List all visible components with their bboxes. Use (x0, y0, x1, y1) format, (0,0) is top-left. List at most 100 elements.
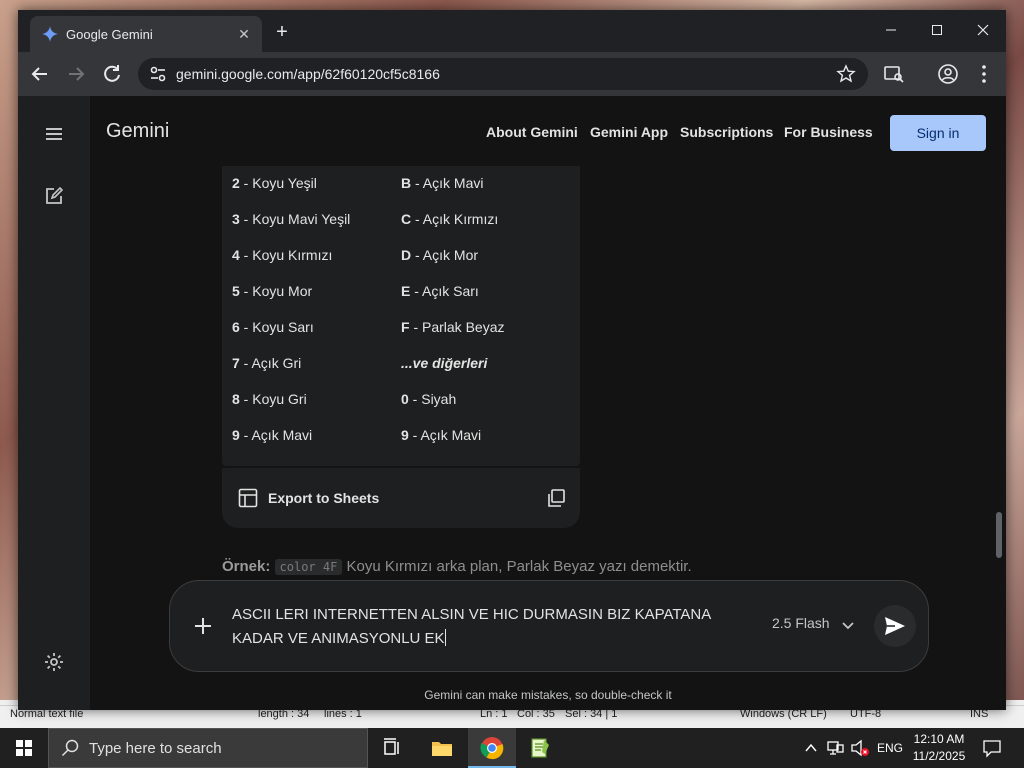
send-button[interactable] (874, 605, 916, 647)
minimize-icon (886, 29, 896, 31)
settings-gear-icon[interactable] (42, 650, 66, 674)
chevron-down-icon[interactable] (840, 617, 856, 633)
language-indicator[interactable]: ENG (877, 741, 903, 768)
menu-icon[interactable] (42, 122, 66, 146)
volume-muted-icon[interactable] (850, 739, 870, 757)
notepadpp-taskbar-button[interactable] (516, 728, 564, 768)
table-cell-right: F - Parlak Beyaz (401, 319, 505, 335)
new-chat-icon[interactable] (42, 184, 66, 208)
table-cell-right: 9 - Açık Mavi (401, 427, 482, 443)
clock-date: 11/2/2025 (912, 749, 966, 763)
address-bar[interactable]: gemini.google.com/app/62f60120cf5c8166 (138, 58, 868, 90)
subscriptions-link[interactable]: Subscriptions (680, 124, 773, 140)
chrome-taskbar-button[interactable] (468, 728, 516, 768)
browser-window: Google Gemini ✕ + gemini.google.com/app/… (18, 10, 1006, 710)
table-row: 4 - Koyu Kırmızı D - Açık Mor (222, 238, 580, 274)
browser-menu-icon[interactable] (972, 62, 996, 86)
gemini-header: Gemini About Gemini Gemini App Subscript… (90, 96, 1006, 166)
minimize-button[interactable] (868, 18, 914, 44)
prompt-text-value: ASCII LERI INTERNETTEN ALSIN VE HIC DURM… (232, 606, 711, 647)
site-settings-icon[interactable] (146, 62, 170, 86)
start-button[interactable] (0, 728, 48, 768)
reload-button[interactable] (100, 62, 124, 86)
forward-button[interactable] (64, 62, 88, 86)
windows-logo-icon (16, 740, 32, 756)
table-row: 2 - Koyu Yeşil B - Açık Mavi (222, 166, 580, 202)
table-cell-right: E - Açık Sarı (401, 283, 479, 299)
browser-toolbar: gemini.google.com/app/62f60120cf5c8166 (18, 52, 1006, 96)
taskbar-search[interactable]: Type here to search (48, 728, 368, 768)
example-line: Örnek: color 4F Koyu Kırmızı arka plan, … (222, 558, 692, 575)
tab-strip: Google Gemini ✕ + (18, 10, 1006, 52)
clock-time: 12:10 AM (913, 732, 965, 746)
gemini-app-link[interactable]: Gemini App (590, 124, 668, 140)
scrollbar-thumb[interactable] (996, 512, 1002, 558)
clock[interactable]: 12:10 AM 11/2/2025 (904, 731, 974, 765)
notifications-icon[interactable] (982, 738, 1002, 758)
table-row: 7 - Açık Gri ...ve diğerleri (222, 346, 580, 382)
text-caret (444, 629, 446, 646)
about-gemini-link[interactable]: About Gemini (486, 124, 578, 140)
example-text: Koyu Kırmızı arka plan, Parlak Beyaz yaz… (346, 558, 692, 575)
prompt-input-box[interactable]: ASCII LERI INTERNETTEN ALSIN VE HIC DURM… (169, 580, 929, 672)
tab-gemini[interactable]: Google Gemini ✕ (30, 16, 262, 52)
export-to-sheets-button[interactable]: Export to Sheets (268, 490, 379, 506)
tab-close-icon[interactable]: ✕ (234, 24, 254, 44)
gemini-sparkle-icon (42, 26, 58, 42)
model-selector[interactable]: 2.5 Flash (772, 615, 830, 631)
profile-icon[interactable] (936, 62, 960, 86)
prompt-textarea[interactable]: ASCII LERI INTERNETTEN ALSIN VE HIC DURM… (232, 603, 752, 651)
back-button[interactable] (28, 62, 52, 86)
task-view-icon (384, 738, 399, 755)
table-row: 8 - Koyu Gri 0 - Siyah (222, 382, 580, 418)
close-window-button[interactable] (960, 18, 1006, 44)
table-cell-right: D - Açık Mor (401, 247, 479, 263)
new-tab-button[interactable]: + (270, 20, 294, 44)
table-cell-left: 2 - Koyu Yeşil (232, 175, 317, 191)
sidebar (18, 96, 90, 710)
search-icon (61, 739, 79, 757)
copy-icon[interactable] (546, 488, 566, 508)
notepad-plus-plus-icon (531, 738, 549, 758)
maximize-icon (932, 25, 942, 35)
google-lens-icon[interactable] (882, 62, 906, 86)
table-row: 5 - Koyu Mor E - Açık Sarı (222, 274, 580, 310)
example-label: Örnek: (222, 558, 271, 575)
table-row: 9 - Açık Mavi 9 - Açık Mavi (222, 418, 580, 454)
gemini-page: Gemini About Gemini Gemini App Subscript… (18, 96, 1006, 710)
example-code: color 4F (274, 559, 343, 575)
bookmark-star-icon[interactable] (836, 64, 856, 84)
sign-in-button[interactable]: Sign in (890, 115, 986, 151)
table-cell-left: 6 - Koyu Sarı (232, 319, 314, 335)
search-placeholder: Type here to search (89, 740, 222, 757)
color-table: 2 - Koyu Yeşil B - Açık Mavi 3 - Koyu Mavi… (222, 166, 580, 466)
sheets-icon (238, 488, 258, 508)
taskbar: Type here to search ENG 12:10 AM 11/2/20… (0, 728, 1024, 768)
chevron-up-icon[interactable] (804, 741, 818, 755)
network-icon[interactable] (826, 739, 844, 757)
table-cell-left: 3 - Koyu Mavi Yeşil (232, 211, 351, 227)
close-icon (977, 24, 989, 36)
for-business-link[interactable]: For Business (784, 124, 873, 140)
chrome-icon (480, 737, 504, 760)
table-cell-left: 7 - Açık Gri (232, 355, 302, 371)
table-cell-right: 0 - Siyah (401, 391, 457, 407)
add-attachment-icon[interactable] (192, 615, 214, 637)
table-cell-left: 8 - Koyu Gri (232, 391, 307, 407)
table-cell-left: 4 - Koyu Kırmızı (232, 247, 333, 263)
table-cell-right: ...ve diğerleri (401, 355, 488, 371)
table-cell-right: B - Açık Mavi (401, 175, 484, 191)
tab-title: Google Gemini (66, 27, 153, 42)
table-cell-right: C - Açık Kırmızı (401, 211, 499, 227)
table-cell-left: 9 - Açık Mavi (232, 427, 313, 443)
url-text: gemini.google.com/app/62f60120cf5c8166 (176, 66, 440, 82)
send-icon (885, 617, 905, 635)
folder-icon (432, 742, 452, 756)
table-row: 6 - Koyu Sarı F - Parlak Beyaz (222, 310, 580, 346)
file-explorer-button[interactable] (418, 728, 466, 768)
gemini-logo[interactable]: Gemini (106, 120, 169, 143)
task-view-button[interactable] (368, 728, 416, 768)
table-cell-left: 5 - Koyu Mor (232, 283, 313, 299)
table-row: 3 - Koyu Mavi Yeşil C - Açık Kırmızı (222, 202, 580, 238)
maximize-button[interactable] (914, 18, 960, 44)
